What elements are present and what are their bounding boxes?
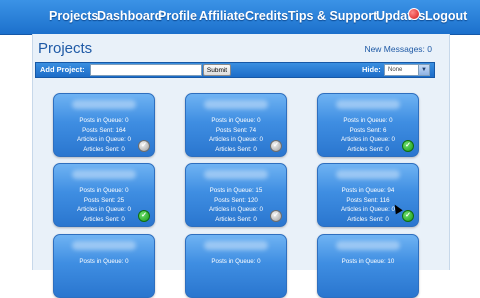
project-card[interactable]: Posts in Queue: 0 Posts Sent: 6 Articles i… [317,93,419,157]
hide-select[interactable]: None ▼ [384,64,430,76]
page-title: Projects [38,40,93,57]
project-card[interactable]: Posts in Queue: 0 Posts Sent: 25 Articles … [53,163,155,227]
project-card[interactable]: Posts in Queue: 0 [53,234,155,298]
add-project-label: Add Project: [40,65,85,74]
check-circle-gray-icon: ✓ [270,140,282,152]
posts-sent-stat: Posts Sent: 25 [83,196,125,204]
chevron-down-icon[interactable]: ▼ [418,65,429,75]
project-card[interactable]: Posts in Queue: 15 Posts Sent: 120 Article… [185,163,287,227]
check-circle-gray-icon: ✓ [270,210,282,222]
nav-profile[interactable]: Profile [158,9,197,23]
project-name-blurred [204,170,268,179]
posts-in-queue-stat: Posts in Queue: 10 [341,258,395,265]
nav-projects[interactable]: Projects [49,9,98,23]
hide-select-value: None [388,67,403,73]
project-name-blurred [72,241,136,250]
project-card[interactable]: Posts in Queue: 10 [317,234,419,298]
posts-in-queue-stat: Posts in Queue: 0 [211,258,261,265]
posts-in-queue-stat: Posts in Queue: 0 [211,117,261,124]
posts-in-queue-stat: Posts in Queue: 0 [79,258,129,265]
new-messages-link[interactable]: New Messages: 0 [364,44,432,54]
project-card[interactable]: Posts in Queue: 0 Posts Sent: 164 Articles… [53,93,155,157]
posts-sent-stat: Posts Sent: 120 [214,196,258,204]
check-circle-icon: ✓ [138,210,150,222]
project-card[interactable]: Posts in Queue: 0 [185,234,287,298]
check-circle-icon: ✓ [402,140,414,152]
posts-sent-stat: Posts Sent: 6 [349,126,387,134]
project-card[interactable]: Posts in Queue: 94 Posts Sent: 116 Article… [317,163,419,227]
nav-dashboard[interactable]: Dashboard [97,9,162,23]
project-name-blurred [336,170,400,179]
posts-sent-stat: Posts Sent: 116 [346,196,390,204]
posts-in-queue-stat: Posts in Queue: 0 [79,117,129,124]
hide-label: Hide: [362,65,381,74]
nav-tips-support[interactable]: Tips & Support [288,9,377,23]
project-name-blurred [204,241,268,250]
top-navigation-bar: Projects Dashboard Profile Affiliate Cre… [0,0,480,35]
posts-in-queue-stat: Posts in Queue: 15 [209,187,263,194]
posts-sent-stat: Posts Sent: 164 [82,126,126,134]
nav-credits[interactable]: Credits [245,9,288,23]
project-name-blurred [72,170,136,179]
add-project-bar: Add Project: Submit Hide: None ▼ [35,62,435,78]
posts-sent-stat: Posts Sent: 74 [215,126,257,134]
add-project-input[interactable] [90,64,202,76]
posts-in-queue-stat: Posts in Queue: 0 [343,117,393,124]
nav-logout[interactable]: Logout [425,9,467,23]
submit-button[interactable]: Submit [203,64,231,76]
check-circle-gray-icon: ✓ [138,140,150,152]
project-card[interactable]: Posts in Queue: 0 Posts Sent: 74 Articles … [185,93,287,157]
posts-in-queue-stat: Posts in Queue: 94 [341,187,395,194]
posts-in-queue-stat: Posts in Queue: 0 [79,187,129,194]
project-name-blurred [72,100,136,109]
project-name-blurred [204,100,268,109]
project-name-blurred [336,241,400,250]
nav-affiliate[interactable]: Affiliate [199,9,245,23]
notification-badge-icon [408,8,420,20]
check-circle-icon: ✓ [402,210,414,222]
project-name-blurred [336,100,400,109]
